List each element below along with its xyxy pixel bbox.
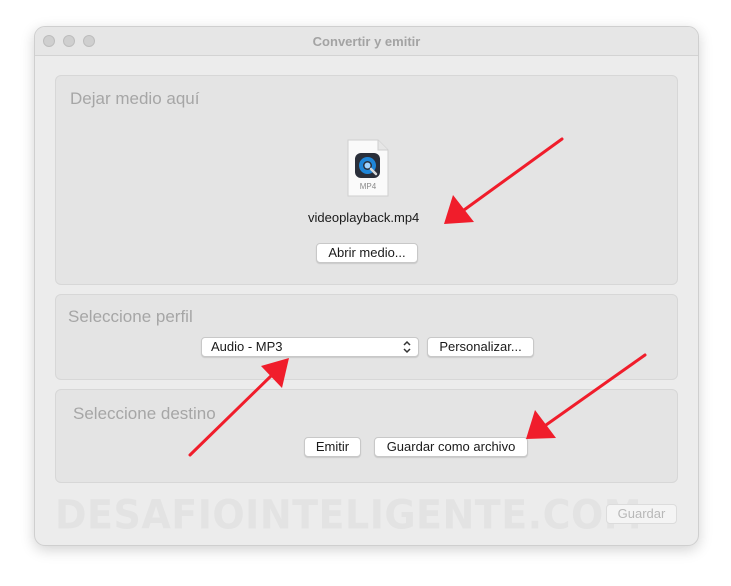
destination-panel: Seleccione destino Emitir Guardar como a… bbox=[55, 389, 678, 483]
drop-media-title: Dejar medio aquí bbox=[70, 89, 200, 108]
profile-select[interactable]: Audio - MP3 bbox=[201, 337, 419, 357]
file-type-label: MP4 bbox=[360, 182, 377, 191]
drop-media-panel[interactable]: Dejar medio aquí MP4 videoplayback.mp4 A… bbox=[55, 75, 678, 285]
customize-button[interactable]: Personalizar... bbox=[427, 337, 534, 357]
titlebar: Convertir y emitir bbox=[35, 27, 698, 56]
watermark-text: DESAFIOINTELIGENTE.COM bbox=[55, 491, 643, 539]
open-media-button[interactable]: Abrir medio... bbox=[316, 243, 418, 263]
convert-stream-window: Convertir y emitir Dejar medio aquí MP4 … bbox=[34, 26, 699, 546]
chevron-updown-icon bbox=[403, 340, 411, 354]
window-title: Convertir y emitir bbox=[312, 34, 421, 49]
save-button[interactable]: Guardar bbox=[606, 504, 677, 524]
profile-title: Seleccione perfil bbox=[68, 307, 193, 326]
quicktime-file-icon: MP4 bbox=[346, 139, 390, 197]
destination-title: Seleccione destino bbox=[73, 404, 216, 423]
save-as-file-button[interactable]: Guardar como archivo bbox=[374, 437, 528, 457]
profile-select-value: Audio - MP3 bbox=[211, 339, 283, 354]
file-name: videoplayback.mp4 bbox=[308, 210, 420, 225]
stream-button[interactable]: Emitir bbox=[304, 437, 361, 457]
profile-panel: Seleccione perfil Audio - MP3 Personaliz… bbox=[55, 294, 678, 380]
